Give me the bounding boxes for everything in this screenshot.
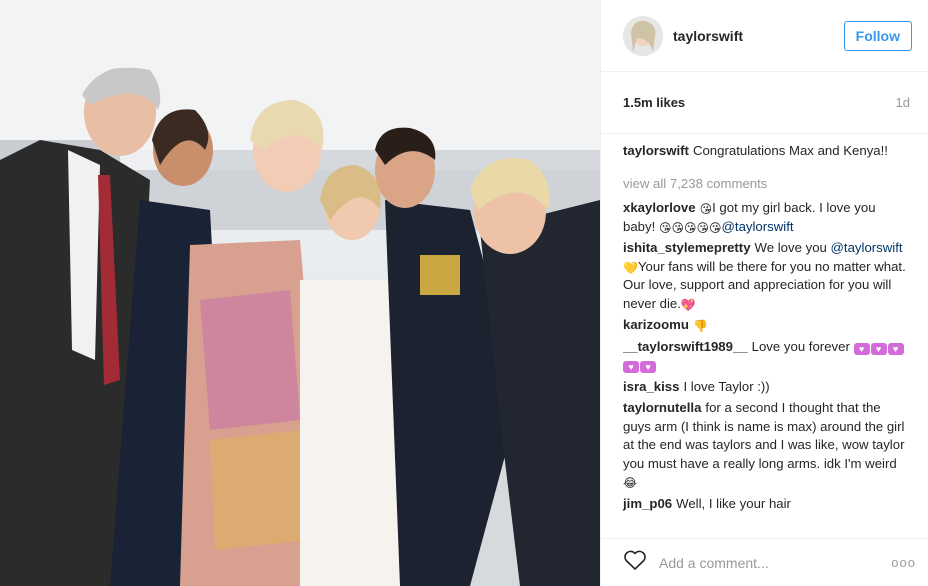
comment-text: Well, I like your hair: [676, 495, 791, 511]
mention-link[interactable]: @taylorswift: [722, 219, 794, 234]
more-options-icon[interactable]: ooo: [891, 555, 916, 570]
wedding-group-photo: [0, 0, 600, 586]
kiss-emoji-icon: 😘: [709, 220, 722, 235]
comment: xkaylorlove 😘I got my girl back. I love y…: [623, 199, 910, 236]
post-time[interactable]: 1d: [896, 95, 910, 110]
purple-heart-icon: ♥: [870, 342, 887, 355]
view-all-comments-link[interactable]: view all 7,238 comments: [623, 175, 910, 194]
comment-text: We love you: [754, 240, 827, 255]
comment-username[interactable]: jim_p06: [623, 496, 672, 511]
comment-username[interactable]: __taylorswift1989__: [623, 339, 748, 354]
purple-heart-icon: ♥: [623, 361, 639, 373]
post-header: taylorswift Follow: [601, 0, 928, 72]
comment: jim_p06 Well, I like your hair: [623, 495, 910, 514]
kiss-emoji-icon: 😘: [683, 220, 697, 235]
instagram-post: taylorswift Follow 1.5m likes 1d taylors…: [0, 0, 928, 586]
comment-username[interactable]: ishita_stylemepretty: [623, 240, 751, 255]
comment: ishita_stylemepretty We love you @taylors…: [623, 239, 910, 313]
comment: isra_kiss I love Taylor :)): [623, 378, 910, 397]
heart-outline-icon: [624, 550, 646, 570]
sparkle-heart-icon: 💖: [680, 297, 696, 312]
comment: taylornutella for a second I thought that…: [623, 399, 910, 492]
caption-username[interactable]: taylorswift: [623, 143, 689, 158]
mention-link[interactable]: @taylorswift: [831, 240, 903, 255]
avatar[interactable]: [623, 15, 663, 56]
comment-username[interactable]: isra_kiss: [623, 379, 679, 394]
profile-picture: [623, 15, 663, 56]
comment-text: Love you forever: [751, 338, 850, 354]
comment-username[interactable]: xkaylorlove: [623, 200, 696, 215]
comment-bar: Add a comment... ooo: [601, 538, 928, 586]
caption-text: Congratulations Max and Kenya!!: [692, 143, 888, 158]
joy-emoji-icon: 😂: [623, 476, 638, 490]
thumbs-down-icon: 👎: [692, 319, 708, 333]
kiss-emoji-icon: 😘: [699, 202, 713, 216]
comment: __taylorswift1989__ Love you forever ♥ ♥ ♥♥…: [623, 338, 910, 375]
comment-text: I love Taylor :)): [683, 378, 770, 394]
follow-button[interactable]: Follow: [843, 20, 912, 51]
kiss-emoji-icon: 😘: [671, 220, 684, 235]
like-heart-icon[interactable]: [623, 549, 647, 576]
likes-count[interactable]: 1.5m likes: [623, 95, 685, 110]
username[interactable]: taylorswift: [673, 28, 844, 44]
yellow-heart-icon: 💛: [623, 260, 638, 275]
comments-list: taylorswift Congratulations Max and Kenya…: [601, 134, 928, 538]
comment-username[interactable]: taylornutella: [623, 400, 701, 415]
kiss-emoji-icon: 😘: [658, 220, 672, 235]
comment-text: Your fans will be there for you no matte…: [623, 258, 906, 311]
post-meta: 1.5m likes 1d: [601, 72, 928, 134]
purple-heart-icon: ♥: [853, 342, 870, 355]
post-details-panel: taylorswift Follow 1.5m likes 1d taylors…: [600, 0, 928, 586]
post-photo[interactable]: [0, 0, 600, 586]
add-comment-input[interactable]: Add a comment...: [659, 555, 891, 571]
comment: karizoomu 👎: [623, 316, 910, 335]
purple-heart-icon: ♥: [640, 361, 656, 373]
purple-heart-icon: ♥: [887, 342, 904, 355]
caption: taylorswift Congratulations Max and Kenya…: [623, 142, 910, 161]
comment-username[interactable]: karizoomu: [623, 317, 689, 332]
kiss-emoji-icon: 😘: [696, 220, 709, 235]
